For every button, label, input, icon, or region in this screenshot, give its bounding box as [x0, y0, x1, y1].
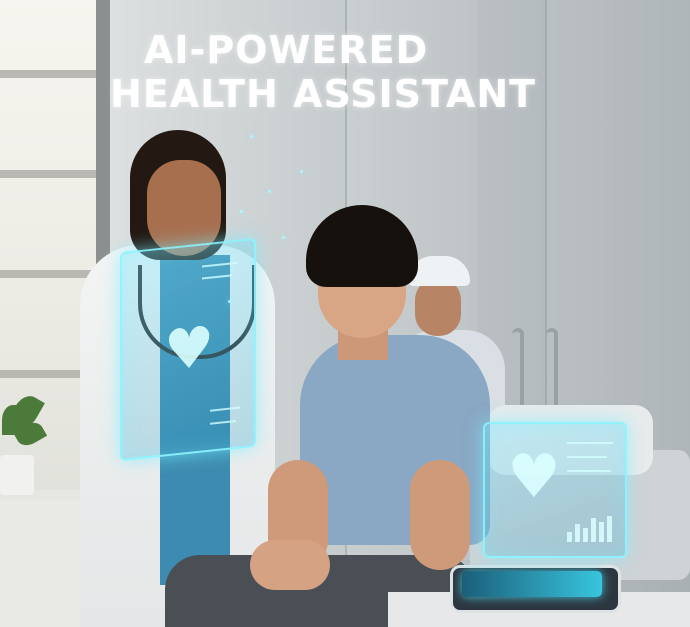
hologram-chart-bar — [607, 516, 612, 542]
door-handle — [512, 328, 524, 416]
cabinet — [0, 500, 80, 627]
nurse-face — [415, 278, 461, 336]
glow-particle — [240, 210, 243, 213]
hologram-line — [567, 470, 611, 472]
window-mullion — [0, 270, 100, 278]
hologram-line — [210, 406, 240, 412]
hologram-line — [210, 419, 236, 425]
window-mullion — [0, 170, 100, 178]
glow-particle — [282, 236, 285, 239]
glow-particle — [228, 300, 231, 303]
hologram-chart-bar — [591, 518, 596, 542]
hologram-chart-icon — [567, 514, 613, 542]
glow-particle — [250, 135, 253, 138]
doctor-face — [147, 160, 221, 256]
hologram-line — [567, 442, 613, 444]
headline-line-2: HEALTH ASSISTANT — [110, 72, 537, 116]
hologram-panel-left: ♥ — [120, 237, 256, 462]
hologram-heart-icon: ♥ — [507, 442, 561, 512]
hologram-line — [202, 261, 238, 268]
hologram-chart-bar — [583, 528, 588, 542]
door-handle — [546, 328, 558, 416]
headline-line-1: AI-POWERED — [144, 28, 429, 72]
hologram-chart-bar — [599, 522, 604, 542]
hologram-heart-icon: ♥ — [164, 314, 215, 385]
plant-pot — [0, 455, 34, 495]
health-device-screen — [462, 571, 602, 597]
hologram-chart-bar — [575, 524, 580, 542]
hologram-line — [567, 456, 607, 458]
hero-image: AI-POWERED HEALTH ASSISTANT ♥ ♥ — [0, 0, 690, 627]
window-mullion — [0, 70, 100, 78]
glow-particle — [268, 190, 271, 193]
hologram-line — [202, 274, 232, 280]
patient-arm — [410, 460, 470, 570]
patient-hands — [250, 540, 330, 590]
glow-particle — [300, 170, 303, 173]
hologram-panel-right: ♥ — [483, 422, 627, 558]
hologram-chart-bar — [567, 532, 572, 542]
